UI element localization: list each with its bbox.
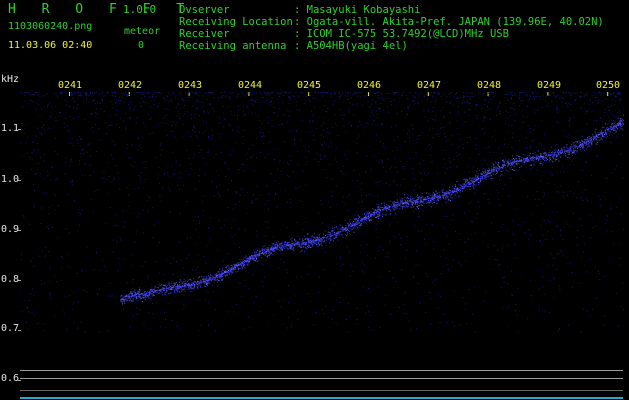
time-tick-label: 0245	[297, 80, 322, 91]
y-tick-label: 1.0	[1, 174, 20, 185]
time-tick-label: 0249	[537, 80, 562, 91]
time-tick-label: 0242	[118, 80, 143, 91]
y-axis-unit: kHz	[1, 74, 20, 85]
y-tick-label: 0.8	[1, 274, 20, 285]
status-line	[20, 397, 623, 399]
time-tick-label: 0246	[357, 80, 382, 91]
y-tick-label: 1.1	[1, 123, 20, 134]
time-tick-label: 0248	[477, 80, 502, 91]
y-tick-label: 0.6	[1, 373, 20, 384]
reference-line	[20, 378, 623, 379]
y-tick-label: 0.9	[1, 224, 20, 235]
time-tick-label: 0247	[417, 80, 442, 91]
time-tick-label: 0244	[238, 80, 263, 91]
reference-line	[20, 370, 623, 371]
spectrogram-canvas	[18, 92, 624, 381]
time-tick-label: 0250	[596, 80, 621, 91]
time-tick-label: 0241	[58, 80, 83, 91]
y-tick-label: 0.7	[1, 323, 20, 334]
time-tick-label: 0243	[178, 80, 203, 91]
reference-line	[20, 390, 623, 391]
